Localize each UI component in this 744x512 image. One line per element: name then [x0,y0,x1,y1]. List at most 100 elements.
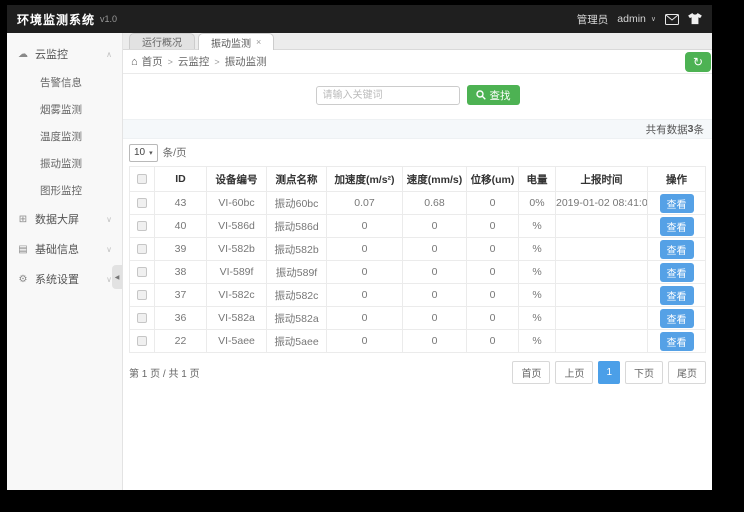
row-checkbox[interactable] [137,198,147,208]
search-section: 查找 [123,74,712,114]
table-cell: 0 [467,192,519,215]
table-cell: 37 [155,284,207,307]
refresh-button[interactable]: ↻ [685,52,711,72]
row-checkbox[interactable] [137,221,147,231]
view-button[interactable]: 查看 [660,240,694,259]
table-cell: 36 [155,307,207,330]
table-row: 43VI-60bc振动60bc0.070.6800%2019-01-02 08:… [130,192,706,215]
breadcrumb-separator: > [214,57,219,67]
table-cell: 振动582a [267,307,327,330]
close-icon[interactable]: × [256,37,261,47]
sidebar-item-alarm-info[interactable]: 告警信息 [7,69,122,96]
pagination-page-1-button[interactable]: 1 [598,361,620,384]
sidebar-item-vibration-monitor[interactable]: 振动监测 [7,150,122,177]
table-cell [556,307,648,330]
column-header-report-time: 上报时间 [556,167,648,192]
view-button[interactable]: 查看 [660,194,694,213]
table-cell: 0% [519,192,556,215]
shirt-icon[interactable] [688,13,702,25]
table-cell [556,238,648,261]
row-actions-cell: 查看 [648,307,706,330]
breadcrumb-separator: > [168,57,173,67]
row-checkbox[interactable] [137,313,147,323]
view-button[interactable]: 查看 [660,217,694,236]
breadcrumb-current: 振动监测 [225,54,267,69]
pagination-next-button[interactable]: 下页 [625,361,663,384]
sidebar-item-smoke-monitor[interactable]: 烟雾监测 [7,96,122,123]
user-role-label: 管理员 [577,12,609,27]
row-select-cell [130,284,155,307]
chevron-down-icon: ∨ [651,15,656,23]
page-size-select[interactable]: 10 ▾ [129,144,158,162]
sidebar-item-system-settings[interactable]: ⚙ 系统设置 ∨ [7,264,122,294]
column-header-actions: 操作 [648,167,706,192]
tab-label: 振动监测 [211,35,251,50]
table-body: 43VI-60bc振动60bc0.070.6800%2019-01-02 08:… [130,192,706,353]
sidebar-item-basic-info[interactable]: ▤ 基础信息 ∨ [7,234,122,264]
row-checkbox[interactable] [137,244,147,254]
table-cell: 振动586d [267,215,327,238]
search-input[interactable] [316,86,460,105]
tab-run-overview[interactable]: 运行概况 [129,33,195,49]
breadcrumb: ⌂ 首页 > 云监控 > 振动监测 ↻ [123,50,712,74]
breadcrumb-cloud-monitor[interactable]: 云监控 [178,54,210,69]
table-row: 37VI-582c振动582c000%查看 [130,284,706,307]
row-select-cell [130,330,155,353]
dropdown-arrow-icon: ▾ [149,149,153,157]
app-window: 环境监测系统 v1.0 管理员 admin ∨ ☁ 云监控 ∧ 告警信息 烟雾监… [7,5,712,490]
table-cell: VI-582a [207,307,267,330]
pagination-prev-button[interactable]: 上页 [555,361,593,384]
table-cell: 0 [327,330,403,353]
tab-vibration-monitor[interactable]: 振动监测 × [198,33,274,50]
summary-suffix: 条 [694,122,705,137]
view-button[interactable]: 查看 [660,286,694,305]
row-actions-cell: 查看 [648,284,706,307]
tab-bar: 运行概况 振动监测 × [123,33,712,50]
row-checkbox[interactable] [137,336,147,346]
column-header-speed: 速度(mm/s) [403,167,467,192]
sidebar-item-cloud-monitor[interactable]: ☁ 云监控 ∧ [7,39,122,69]
table-cell: 0 [403,307,467,330]
view-button[interactable]: 查看 [660,263,694,282]
row-checkbox[interactable] [137,290,147,300]
row-actions-cell: 查看 [648,261,706,284]
sidebar-item-temperature-monitor[interactable]: 温度监测 [7,123,122,150]
table-cell: 0 [327,284,403,307]
content-area: 运行概况 振动监测 × ⌂ 首页 > 云监控 > 振动监测 ↻ [123,33,712,490]
row-actions-cell: 查看 [648,238,706,261]
pagination-first-button[interactable]: 首页 [512,361,550,384]
sidebar-item-data-screen[interactable]: ⊞ 数据大屏 ∨ [7,204,122,234]
sidebar-collapse-handle[interactable]: ◀ [112,265,122,289]
app-version: v1.0 [100,14,117,24]
refresh-icon: ↻ [693,55,703,69]
summary-prefix: 共有数据 [646,122,688,137]
pagination: 第 1 页 / 共 1 页 首页 上页 1 下页 尾页 [129,361,706,384]
table-cell: VI-589f [207,261,267,284]
home-icon: ⌂ [131,56,138,68]
select-all-checkbox[interactable] [137,174,147,184]
table-cell: 40 [155,215,207,238]
column-header-acceleration: 加速度(m/s²) [327,167,403,192]
mail-icon[interactable] [665,14,679,25]
table-cell: 0 [403,284,467,307]
user-menu[interactable]: admin [617,13,646,25]
table-cell: 0 [467,284,519,307]
view-button[interactable]: 查看 [660,309,694,328]
search-button[interactable]: 查找 [467,85,520,105]
table-cell: 振动5aee [267,330,327,353]
sidebar-item-graphic-monitor[interactable]: 图形监控 [7,177,122,204]
cloud-icon: ☁ [17,49,29,60]
table-cell [556,261,648,284]
chevron-down-icon: ∨ [106,215,112,224]
row-checkbox[interactable] [137,267,147,277]
view-button[interactable]: 查看 [660,332,694,351]
table-row: 40VI-586d振动586d000%查看 [130,215,706,238]
pagination-last-button[interactable]: 尾页 [668,361,706,384]
table-cell: VI-582c [207,284,267,307]
page-size-label: 条/页 [163,145,187,160]
table-row: 22VI-5aee振动5aee000%查看 [130,330,706,353]
breadcrumb-home[interactable]: 首页 [142,54,163,69]
table-row: 39VI-582b振动582b000%查看 [130,238,706,261]
table-cell: VI-60bc [207,192,267,215]
table-cell: 0 [467,330,519,353]
